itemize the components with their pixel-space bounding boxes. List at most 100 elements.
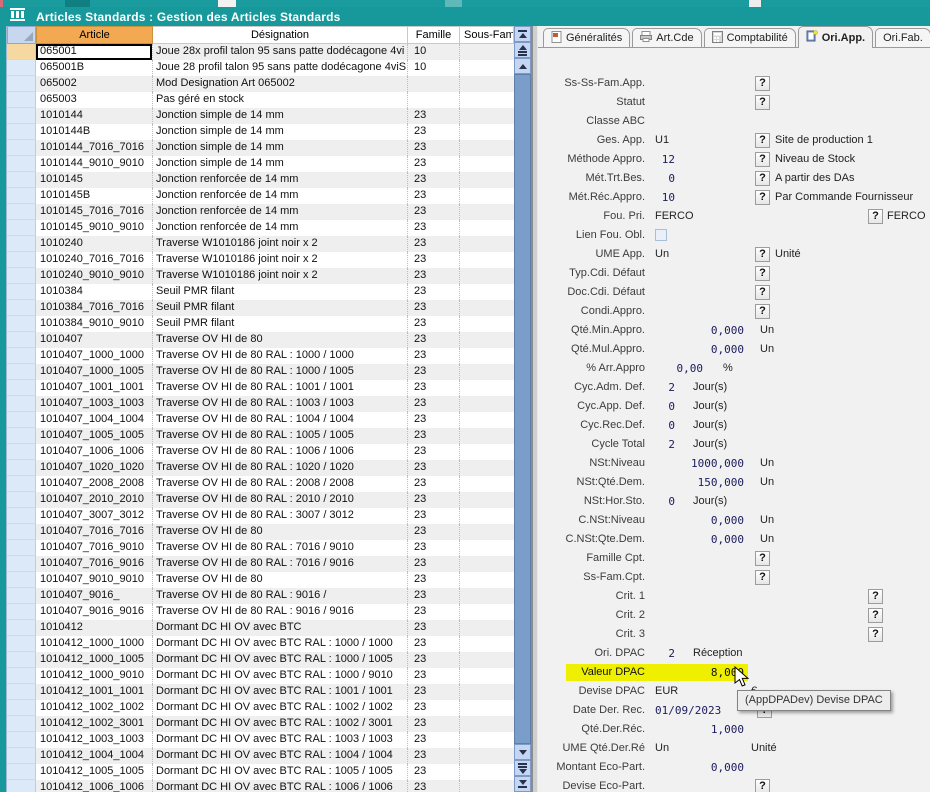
cell-designation[interactable]: Traverse OV HI de 80 <box>153 332 408 348</box>
cell-designation[interactable]: Jonction simple de 14 mm <box>153 124 408 140</box>
row-selector[interactable] <box>7 508 36 524</box>
row-selector[interactable] <box>7 220 36 236</box>
table-row[interactable]: 1010407_7016_7016 Traverse OV HI de 80 2… <box>7 524 514 540</box>
row-selector[interactable] <box>7 764 36 780</box>
table-row[interactable]: 1010240_9010_9010 Traverse W1010186 join… <box>7 268 514 284</box>
lookup-button[interactable]: ? <box>755 304 770 319</box>
cell-sous-famille[interactable] <box>460 604 514 620</box>
cell-designation[interactable]: Dormant DC HI OV avec BTC RAL : 1006 / 1… <box>153 780 408 792</box>
row-selector[interactable] <box>7 748 36 764</box>
cell-designation[interactable]: Traverse OV HI de 80 RAL : 9016 / 9016 <box>153 604 408 620</box>
lookup-button[interactable]: ? <box>868 627 883 642</box>
cell-sous-famille[interactable] <box>460 508 514 524</box>
row-selector[interactable] <box>7 444 36 460</box>
table-row[interactable]: 1010412 Dormant DC HI OV avec BTC 23 <box>7 620 514 636</box>
scroll-to-top-button[interactable] <box>514 26 531 42</box>
cell-famille[interactable]: 23 <box>408 684 460 700</box>
cell-designation[interactable]: Dormant DC HI OV avec BTC RAL : 1004 / 1… <box>153 748 408 764</box>
table-row[interactable]: 1010145 Jonction renforcée de 14 mm 23 <box>7 172 514 188</box>
cell-article[interactable]: 1010407_2010_2010 <box>36 492 153 508</box>
cell-famille[interactable]: 23 <box>408 140 460 156</box>
cell-article[interactable]: 1010407_3007_3012 <box>36 508 153 524</box>
cell-famille[interactable]: 23 <box>408 188 460 204</box>
table-row[interactable]: 1010412_1000_9010 Dormant DC HI OV avec … <box>7 668 514 684</box>
scroll-page-up-button[interactable] <box>514 42 531 58</box>
row-selector[interactable] <box>7 44 36 60</box>
cell-designation[interactable]: Mod Designation Art 065002 <box>153 76 408 92</box>
scroll-down-button[interactable] <box>514 744 531 760</box>
cell-designation[interactable]: Traverse OV HI de 80 RAL : 3007 / 3012 <box>153 508 408 524</box>
cell-designation[interactable]: Traverse W1010186 joint noir x 2 <box>153 236 408 252</box>
cell-article[interactable]: 1010144_9010_9010 <box>36 156 153 172</box>
cell-designation[interactable]: Dormant DC HI OV avec BTC RAL : 1002 / 1… <box>153 700 408 716</box>
row-selector[interactable] <box>7 364 36 380</box>
row-selector[interactable] <box>7 540 36 556</box>
cell-famille[interactable]: 23 <box>408 636 460 652</box>
cell-article[interactable]: 1010412_1004_1004 <box>36 748 153 764</box>
cell-designation[interactable]: Traverse OV HI de 80 RAL : 9016 / <box>153 588 408 604</box>
cell-sous-famille[interactable] <box>460 428 514 444</box>
row-selector[interactable] <box>7 92 36 108</box>
cell-article[interactable]: 1010240_9010_9010 <box>36 268 153 284</box>
cell-famille[interactable]: 23 <box>408 172 460 188</box>
row-selector[interactable] <box>7 428 36 444</box>
cell-famille[interactable]: 23 <box>408 444 460 460</box>
cell-designation[interactable]: Traverse OV HI de 80 RAL : 1004 / 1004 <box>153 412 408 428</box>
cell-famille[interactable]: 23 <box>408 700 460 716</box>
table-row[interactable]: 065001 Joue 28x profil talon 95 sans pat… <box>7 44 514 60</box>
table-row[interactable]: 065002 Mod Designation Art 065002 <box>7 76 514 92</box>
cell-designation[interactable]: Traverse W1010186 joint noir x 2 <box>153 268 408 284</box>
cell-sous-famille[interactable] <box>460 92 514 108</box>
cell-famille[interactable]: 23 <box>408 236 460 252</box>
table-row[interactable]: 1010412_1003_1003 Dormant DC HI OV avec … <box>7 732 514 748</box>
cell-famille[interactable]: 23 <box>408 428 460 444</box>
cell-sous-famille[interactable] <box>460 316 514 332</box>
lookup-button[interactable]: ? <box>868 589 883 604</box>
field-value[interactable]: 1,000 <box>668 720 744 739</box>
cell-famille[interactable]: 23 <box>408 348 460 364</box>
field-value[interactable]: Un <box>655 245 669 264</box>
cell-famille[interactable]: 23 <box>408 124 460 140</box>
cell-sous-famille[interactable] <box>460 60 514 76</box>
cell-designation[interactable]: Dormant DC HI OV avec BTC RAL : 1000 / 1… <box>153 652 408 668</box>
table-row[interactable]: 1010144_7016_7016 Jonction simple de 14 … <box>7 140 514 156</box>
row-selector[interactable] <box>7 172 36 188</box>
lookup-button[interactable]: ? <box>755 95 770 110</box>
cell-sous-famille[interactable] <box>460 364 514 380</box>
cell-article[interactable]: 1010407_1000_1000 <box>36 348 153 364</box>
cell-famille[interactable]: 23 <box>408 732 460 748</box>
table-row[interactable]: 1010407_1001_1001 Traverse OV HI de 80 R… <box>7 380 514 396</box>
cell-famille[interactable]: 23 <box>408 316 460 332</box>
cell-article[interactable]: 1010407_1001_1001 <box>36 380 153 396</box>
cell-article[interactable]: 1010412_1003_1003 <box>36 732 153 748</box>
cell-designation[interactable]: Seuil PMR filant <box>153 300 408 316</box>
row-selector[interactable] <box>7 188 36 204</box>
lookup-button[interactable]: ? <box>755 247 770 262</box>
cell-article[interactable]: 1010412 <box>36 620 153 636</box>
lookup-button[interactable]: ? <box>868 608 883 623</box>
lookup-button[interactable]: ? <box>755 190 770 205</box>
cell-article[interactable]: 1010407_1020_1020 <box>36 460 153 476</box>
cell-article[interactable]: 1010144B <box>36 124 153 140</box>
cell-sous-famille[interactable] <box>460 156 514 172</box>
cell-sous-famille[interactable] <box>460 572 514 588</box>
table-row[interactable]: 1010407_1006_1006 Traverse OV HI de 80 R… <box>7 444 514 460</box>
cell-article[interactable]: 1010407_1003_1003 <box>36 396 153 412</box>
cell-famille[interactable]: 23 <box>408 764 460 780</box>
cell-famille[interactable]: 23 <box>408 156 460 172</box>
scroll-up-button[interactable] <box>514 58 531 74</box>
table-row[interactable]: 1010144_9010_9010 Jonction simple de 14 … <box>7 156 514 172</box>
field-value[interactable]: 2 <box>655 378 675 397</box>
cell-designation[interactable]: Traverse OV HI de 80 RAL : 1020 / 1020 <box>153 460 408 476</box>
cell-article[interactable]: 1010384 <box>36 284 153 300</box>
cell-sous-famille[interactable] <box>460 44 514 60</box>
cell-famille[interactable]: 23 <box>408 460 460 476</box>
table-row[interactable]: 1010240 Traverse W1010186 joint noir x 2… <box>7 236 514 252</box>
cell-designation[interactable]: Traverse W1010186 joint noir x 2 <box>153 252 408 268</box>
cell-article[interactable]: 1010407_1004_1004 <box>36 412 153 428</box>
lookup-button[interactable]: ? <box>755 779 770 792</box>
cell-article[interactable]: 065003 <box>36 92 153 108</box>
cell-sous-famille[interactable] <box>460 108 514 124</box>
table-row[interactable]: 1010407_3007_3012 Traverse OV HI de 80 R… <box>7 508 514 524</box>
cell-sous-famille[interactable] <box>460 764 514 780</box>
